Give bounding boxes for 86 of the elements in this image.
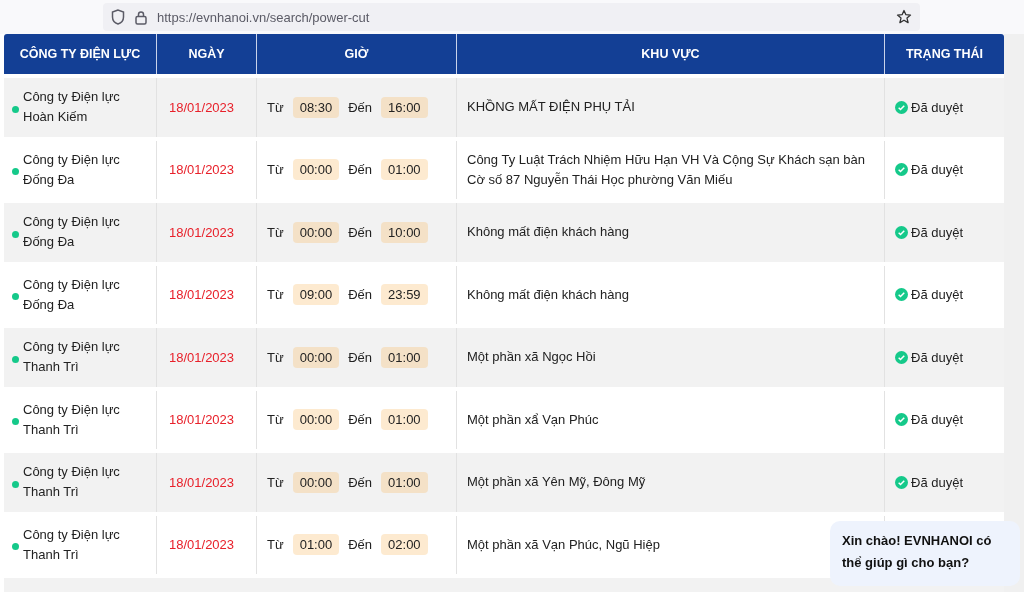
lock-icon[interactable] bbox=[135, 9, 147, 25]
status-text: Đã duyệt bbox=[911, 162, 964, 178]
time-chip: 08:30 bbox=[292, 96, 340, 118]
status-text: Đã duyệt bbox=[911, 224, 964, 240]
time-chip: 01:00 bbox=[292, 534, 340, 556]
to-label: Đến bbox=[348, 224, 373, 240]
chat-bubble[interactable]: Xin chào! EVNHANOI có thể giúp gì cho bạn? bbox=[830, 521, 1020, 586]
time-chip: 00:00 bbox=[292, 159, 340, 181]
column-header: TRẠNG THÁI bbox=[904, 45, 985, 63]
area-text: Một phần xẩ Vạn Phúc bbox=[467, 410, 599, 429]
status-text: Đã duyệt bbox=[911, 474, 964, 490]
time-chip: 23:59 bbox=[381, 284, 428, 306]
company-name: Công ty Điện lực Đống Đa bbox=[23, 150, 121, 189]
time-chip: 00:00 bbox=[292, 471, 340, 493]
to-label: Đến bbox=[348, 99, 373, 115]
area-text: Một phần xã Yên Mỹ, Đông Mỹ bbox=[467, 473, 646, 492]
from-label: Từ bbox=[267, 287, 284, 303]
status-dot bbox=[12, 105, 19, 113]
time-chip: 01:00 bbox=[381, 346, 428, 368]
date-text: 18/01/2023 bbox=[169, 474, 235, 490]
status-text: Đã duyệt bbox=[911, 287, 964, 303]
url-text: https://evnhanoi.vn/search/power-cut bbox=[157, 9, 371, 25]
time-chip: 02:00 bbox=[381, 534, 428, 556]
from-label: Từ bbox=[267, 349, 284, 365]
from-label: Từ bbox=[267, 537, 284, 553]
status-dot bbox=[12, 355, 19, 363]
check-circle-icon bbox=[895, 350, 908, 364]
area-text: KHỒNG MẤT ĐIỆN PHỤ TẢI bbox=[467, 98, 635, 117]
company-name: Công ty Điện lực Thanh Trì bbox=[23, 525, 121, 564]
area-text: Không mất điện khách hàng bbox=[467, 285, 629, 304]
status-dot bbox=[12, 230, 19, 238]
to-label: Đến bbox=[348, 349, 373, 365]
to-label: Đến bbox=[348, 537, 373, 553]
time-chip: 01:00 bbox=[381, 409, 428, 431]
time-chip: 00:00 bbox=[292, 409, 340, 431]
company-name: Công ty Điện lực Thanh Trì bbox=[23, 338, 121, 377]
date-text: 18/01/2023 bbox=[169, 412, 235, 428]
date-text: 18/01/2023 bbox=[169, 349, 235, 365]
to-label: Đến bbox=[348, 162, 373, 178]
time-chip: 09:00 bbox=[292, 284, 340, 306]
check-circle-icon bbox=[895, 475, 908, 489]
address-bar[interactable]: https://evnhanoi.vn/search/power-cut bbox=[103, 3, 920, 31]
from-label: Từ bbox=[267, 412, 284, 428]
time-chip: 01:00 bbox=[381, 159, 428, 181]
shield-icon[interactable] bbox=[111, 9, 125, 25]
status-dot bbox=[12, 418, 19, 426]
status-dot bbox=[12, 543, 19, 551]
time-chip: 00:00 bbox=[292, 346, 340, 368]
from-label: Từ bbox=[267, 162, 284, 178]
area-text: Một phần xã Vạn Phúc, Ngũ Hiệp bbox=[467, 535, 660, 554]
check-circle-icon bbox=[895, 100, 908, 114]
check-circle-icon bbox=[895, 163, 908, 177]
company-name: Công ty Điện lực Thanh Trì bbox=[23, 463, 121, 502]
date-text: 18/01/2023 bbox=[169, 162, 235, 178]
from-label: Từ bbox=[267, 224, 284, 240]
from-label: Từ bbox=[267, 99, 284, 115]
time-chip: 00:00 bbox=[292, 221, 340, 243]
chat-message: Xin chào! EVNHANOI có thể giúp gì cho bạn? bbox=[842, 532, 993, 572]
date-text: 18/01/2023 bbox=[169, 99, 235, 115]
status-text: Đã duyệt bbox=[911, 412, 964, 428]
company-name: Công ty Điện lực Đống Đa bbox=[23, 213, 121, 252]
area-text: Không mất điện khách hàng bbox=[467, 223, 629, 242]
check-circle-icon bbox=[895, 225, 908, 239]
area-text: Một phần xã Ngọc Hồi bbox=[467, 348, 596, 367]
company-name: Công ty Điện lực Hoàn Kiếm bbox=[23, 88, 121, 127]
status-dot bbox=[12, 168, 19, 176]
date-text: 18/01/2023 bbox=[169, 224, 235, 240]
company-name: Công ty Điện lực Đống Đa bbox=[23, 275, 121, 314]
to-label: Đến bbox=[348, 287, 373, 303]
star-icon[interactable] bbox=[896, 9, 912, 25]
company-name: Công ty Điện lực Thanh Trì bbox=[23, 400, 121, 439]
date-text: 18/01/2023 bbox=[169, 537, 235, 553]
check-circle-icon bbox=[895, 413, 908, 427]
date-text: 18/01/2023 bbox=[169, 287, 235, 303]
time-chip: 01:00 bbox=[381, 471, 428, 493]
check-circle-icon bbox=[895, 288, 908, 302]
status-text: Đã duyệt bbox=[911, 349, 964, 365]
area-text: Công Ty Luật Trách Nhiệm Hữu Hạn VH Và Cộng Sự Khách sạn bàn Cờ số 87 Nguyễn Thái Học phường Văn Miếu bbox=[467, 150, 866, 189]
to-label: Đến bbox=[348, 474, 373, 490]
time-chip: 16:00 bbox=[381, 96, 428, 118]
time-chip: 10:00 bbox=[381, 221, 428, 243]
from-label: Từ bbox=[267, 474, 284, 490]
status-text: Đã duyệt bbox=[911, 99, 964, 115]
status-dot bbox=[12, 293, 19, 301]
status-dot bbox=[12, 480, 19, 488]
to-label: Đến bbox=[348, 412, 373, 428]
